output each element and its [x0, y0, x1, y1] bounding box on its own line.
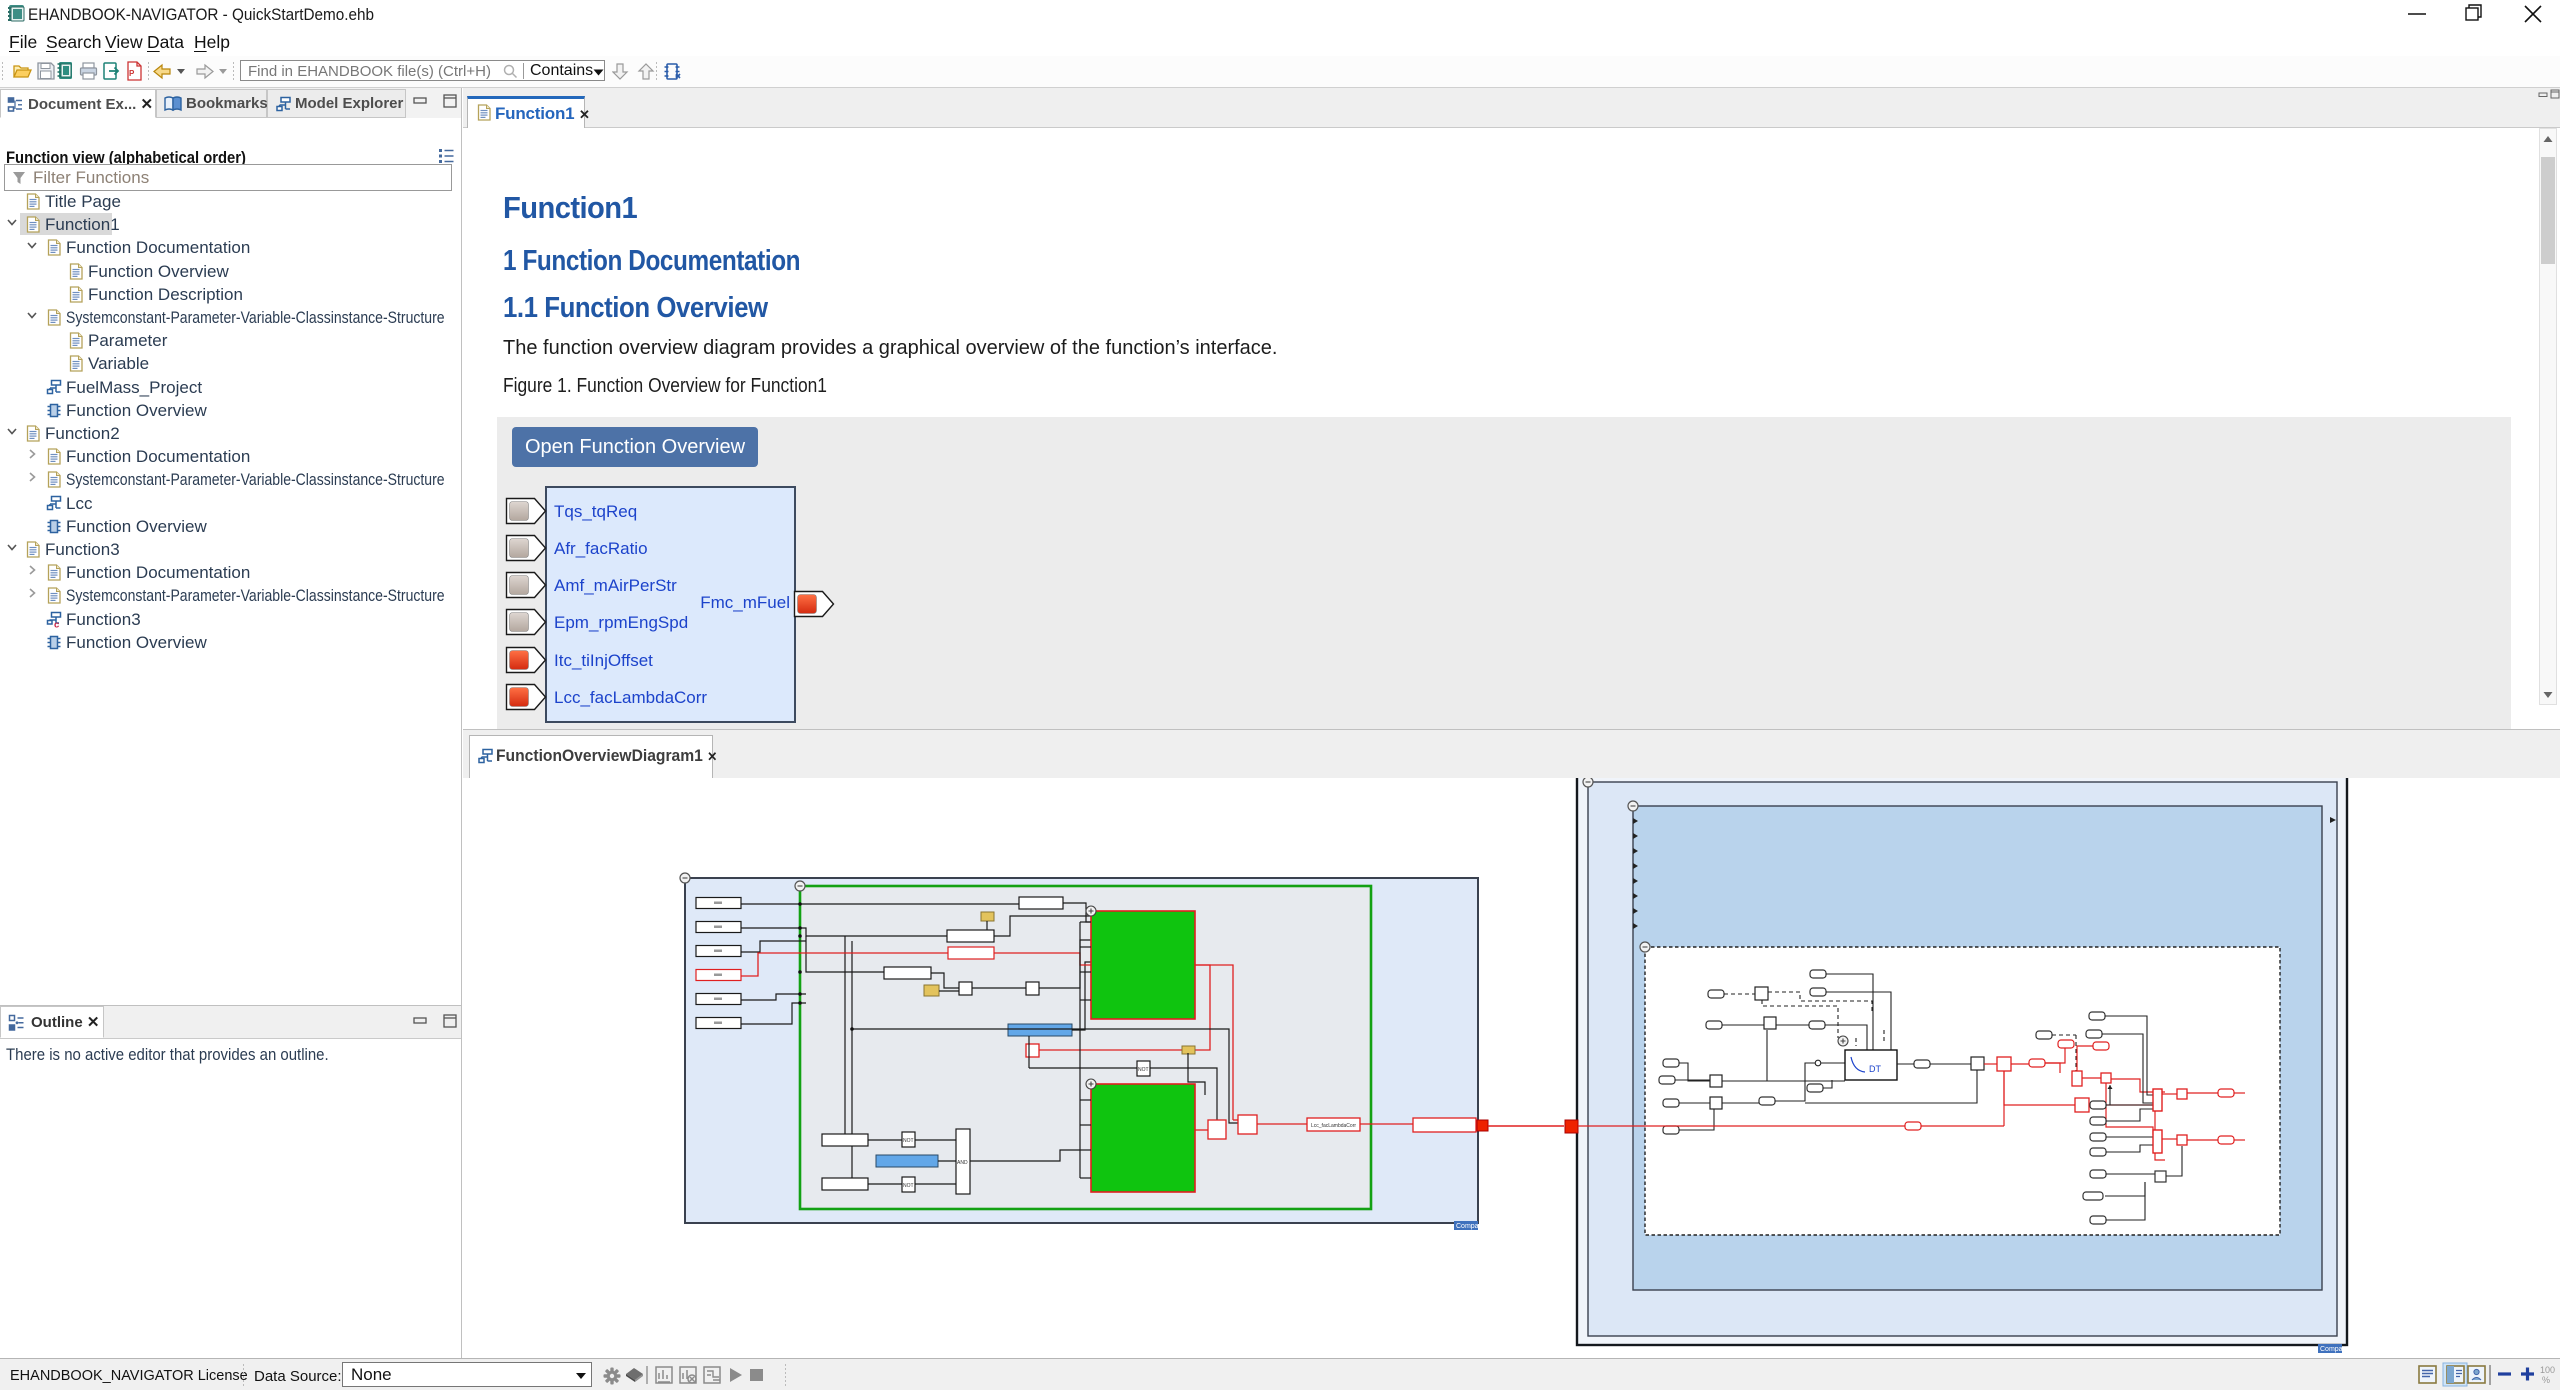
svg-text:Amf_mAirPerStr: Amf_mAirPerStr	[554, 576, 677, 595]
svg-text:Itc_tiInjOffset: Itc_tiInjOffset	[554, 651, 653, 670]
svg-text:NOT: NOT	[903, 1183, 914, 1189]
svg-text:100: 100	[2540, 1365, 2555, 1375]
svg-text:Epm_rpmEngSpd: Epm_rpmEngSpd	[554, 613, 688, 632]
svg-text:Tqs_tqReq: Tqs_tqReq	[554, 502, 637, 521]
svg-text:Fmc_mFuel: Fmc_mFuel	[700, 593, 790, 612]
svg-text:Compact: Compact	[1456, 1223, 1484, 1230]
svg-text:DT: DT	[1869, 1064, 1881, 1074]
svg-text:AND: AND	[957, 1160, 968, 1166]
svg-text:NOT: NOT	[903, 1138, 914, 1144]
svg-text:%: %	[2542, 1375, 2550, 1385]
svg-text:Lcc_facLambdaCorr: Lcc_facLambdaCorr	[1311, 1123, 1356, 1129]
svg-text:Lcc_facLambdaCorr: Lcc_facLambdaCorr	[554, 688, 707, 707]
svg-text:P: P	[129, 69, 135, 78]
svg-text:Afr_facRatio: Afr_facRatio	[554, 539, 648, 558]
svg-text:Compact: Compact	[2320, 1346, 2348, 1353]
svg-text:NOT: NOT	[1138, 1067, 1149, 1073]
